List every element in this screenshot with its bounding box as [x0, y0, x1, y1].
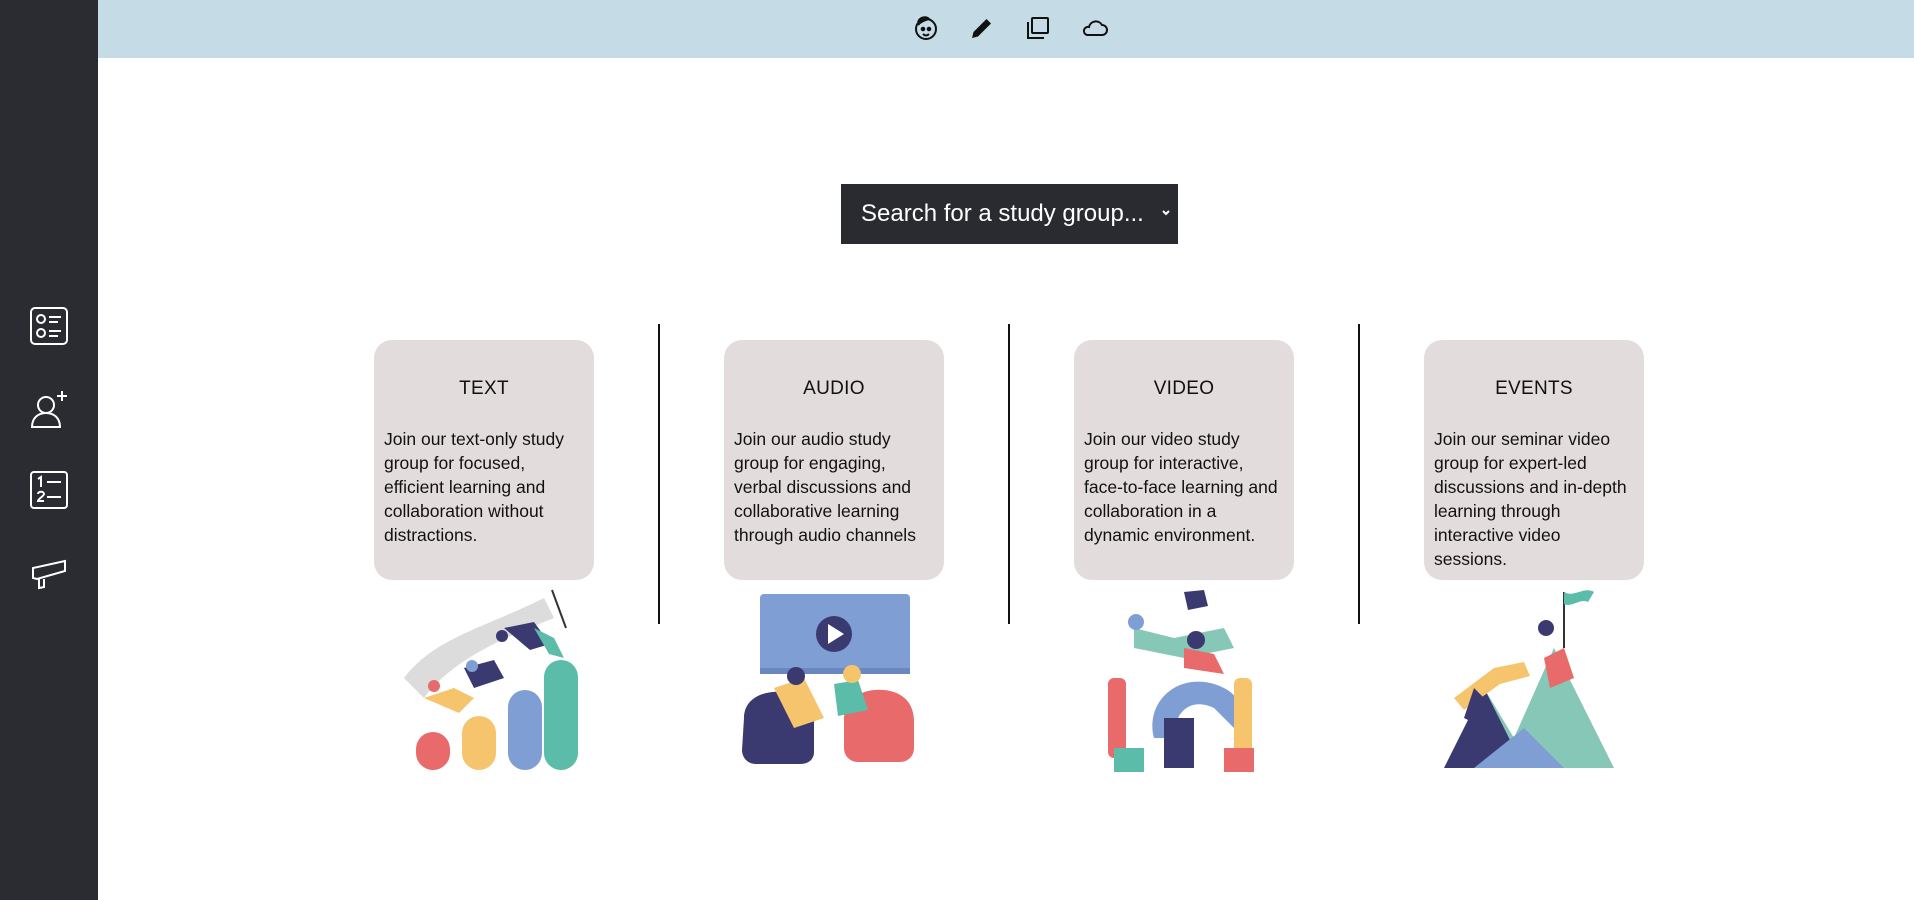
chevron-down-icon [1162, 210, 1170, 216]
top-bar [98, 0, 1914, 58]
text-group-card[interactable]: TEXT Join our text-only study group for … [374, 340, 594, 580]
checklist-icon [30, 307, 68, 345]
mountain-summit-illustration [1444, 590, 1614, 768]
top-toolbar [910, 12, 1110, 44]
video-group-card[interactable]: VIDEO Join our video study group for int… [1074, 340, 1294, 580]
sidebar-numbered-list-button[interactable] [26, 467, 72, 513]
profile-button[interactable] [910, 12, 942, 44]
card-title: AUDIO [803, 378, 865, 399]
audio-video-illustration [742, 594, 914, 764]
card-description: Join our text-only study group for focus… [384, 429, 564, 545]
megaphone-icon [32, 559, 66, 590]
card-description: Join our audio study group for engaging,… [734, 429, 916, 545]
cloud-button[interactable] [1078, 12, 1110, 44]
sidebar [0, 0, 98, 900]
growth-chart-illustration [404, 589, 578, 770]
folders-icon [1027, 17, 1049, 39]
sidebar-announcements-button[interactable] [26, 550, 72, 596]
sidebar-add-user-button[interactable] [26, 387, 72, 433]
edit-button[interactable] [966, 12, 998, 44]
numbered-list-icon [30, 471, 68, 509]
column-divider [1358, 324, 1360, 624]
team-illustration [1108, 590, 1254, 772]
add-user-icon [30, 391, 67, 428]
column-divider [1008, 324, 1010, 624]
card-title: TEXT [459, 378, 509, 399]
files-button[interactable] [1022, 12, 1054, 44]
audio-group-card[interactable]: AUDIO Join our audio study group for eng… [724, 340, 944, 580]
search-placeholder: Search for a study group... [861, 200, 1144, 227]
card-description: Join our seminar video group for expert-… [1434, 429, 1627, 569]
card-title: VIDEO [1153, 378, 1215, 399]
card-description: Join our video study group for interacti… [1084, 429, 1278, 545]
sidebar-checklist-button[interactable] [26, 303, 72, 349]
face-icon [915, 16, 937, 40]
study-group-search-select[interactable]: Search for a study group... [841, 184, 1178, 244]
cloud-icon [1082, 20, 1108, 36]
column-divider [658, 324, 660, 624]
pencil-icon [972, 19, 991, 38]
events-group-card[interactable]: EVENTS Join our seminar video group for … [1424, 340, 1644, 580]
card-title: EVENTS [1495, 378, 1573, 399]
